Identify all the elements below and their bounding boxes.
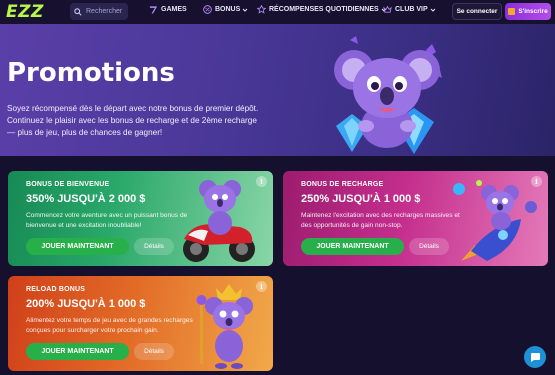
seven-icon [149,6,158,14]
nav-daily-rewards-label: RÉCOMPENSES QUOTIDIENNES [269,6,379,13]
chevron-down-icon [430,8,436,12]
percent-badge-icon [203,5,212,14]
live-chat-button[interactable] [524,346,546,368]
koala-king-illustration [196,284,253,369]
nav-bonus[interactable]: BONUS [203,5,248,14]
card-description: Maintenez l'excitation avec des recharge… [301,212,460,229]
promotions-hero-banner: Promotions Soyez récompensé dès le dépar… [0,24,555,156]
logo[interactable]: EZZ [6,2,44,22]
play-now-button[interactable]: JOUER MAINTENANT [26,343,129,360]
info-icon[interactable]: i [256,281,267,292]
nav-games[interactable]: GAMES [149,5,187,14]
promo-card-reload-bonus: i BONUS DE RECHARGE 250% JUSQU'À 1 000 $… [283,171,548,266]
star-icon [257,5,266,14]
promo-card-reload-bonus-2: i RELOAD BONUS 200% JUSQU'À 1 000 $ Alim… [8,276,273,371]
search-icon [74,7,82,16]
nav-vip-club[interactable]: CLUB VIP [383,5,436,14]
search-input[interactable]: Rechercher [70,3,128,20]
signup-label: S'inscrire [518,8,548,15]
details-button[interactable]: Détails [134,343,174,360]
card-title: RELOAD BONUS [26,286,86,293]
login-button[interactable]: Se connecter [452,3,502,20]
card-bonus-amount: 200% JUSQU'À 1 000 $ [26,298,146,310]
chat-bubble-icon [531,353,540,362]
signup-button[interactable]: S'inscrire [505,3,551,20]
nav-games-label: GAMES [161,6,187,13]
nav-bonus-label: BONUS [215,6,241,13]
chevron-down-icon [242,8,248,12]
nav-vip-club-label: CLUB VIP [395,6,428,13]
page-title: Promotions [7,58,175,88]
hero-description: Soyez récompensé dès le départ avec notr… [7,104,259,137]
details-button[interactable]: Détails [409,238,449,255]
koala-mascot-illustration [334,36,442,154]
promo-card-welcome-bonus: i BONUS DE BIENVENUE 350% JUSQU'À 2 000 … [8,171,273,266]
play-now-button[interactable]: JOUER MAINTENANT [26,238,129,255]
top-navigation-bar: EZZ Rechercher GAMES BONUS RÉCOMPENSES Q… [0,0,555,24]
gift-icon [508,8,516,15]
search-placeholder: Rechercher [86,8,123,15]
card-description: Alimentez votre temps de jeu avec de gra… [26,317,193,334]
card-description: Commencez votre aventure avec un puissan… [26,212,188,229]
info-icon[interactable]: i [531,176,542,187]
card-title: BONUS DE RECHARGE [301,181,384,188]
info-icon[interactable]: i [256,176,267,187]
details-button[interactable]: Détails [134,238,174,255]
nav-daily-rewards[interactable]: RÉCOMPENSES QUOTIDIENNES [257,5,387,14]
card-bonus-amount: 350% JUSQU'À 2 000 $ [26,193,146,205]
card-title: BONUS DE BIENVENUE [26,181,110,188]
play-now-button[interactable]: JOUER MAINTENANT [301,238,404,255]
crown-icon [383,5,392,13]
card-bonus-amount: 250% JUSQU'À 1 000 $ [301,193,421,205]
